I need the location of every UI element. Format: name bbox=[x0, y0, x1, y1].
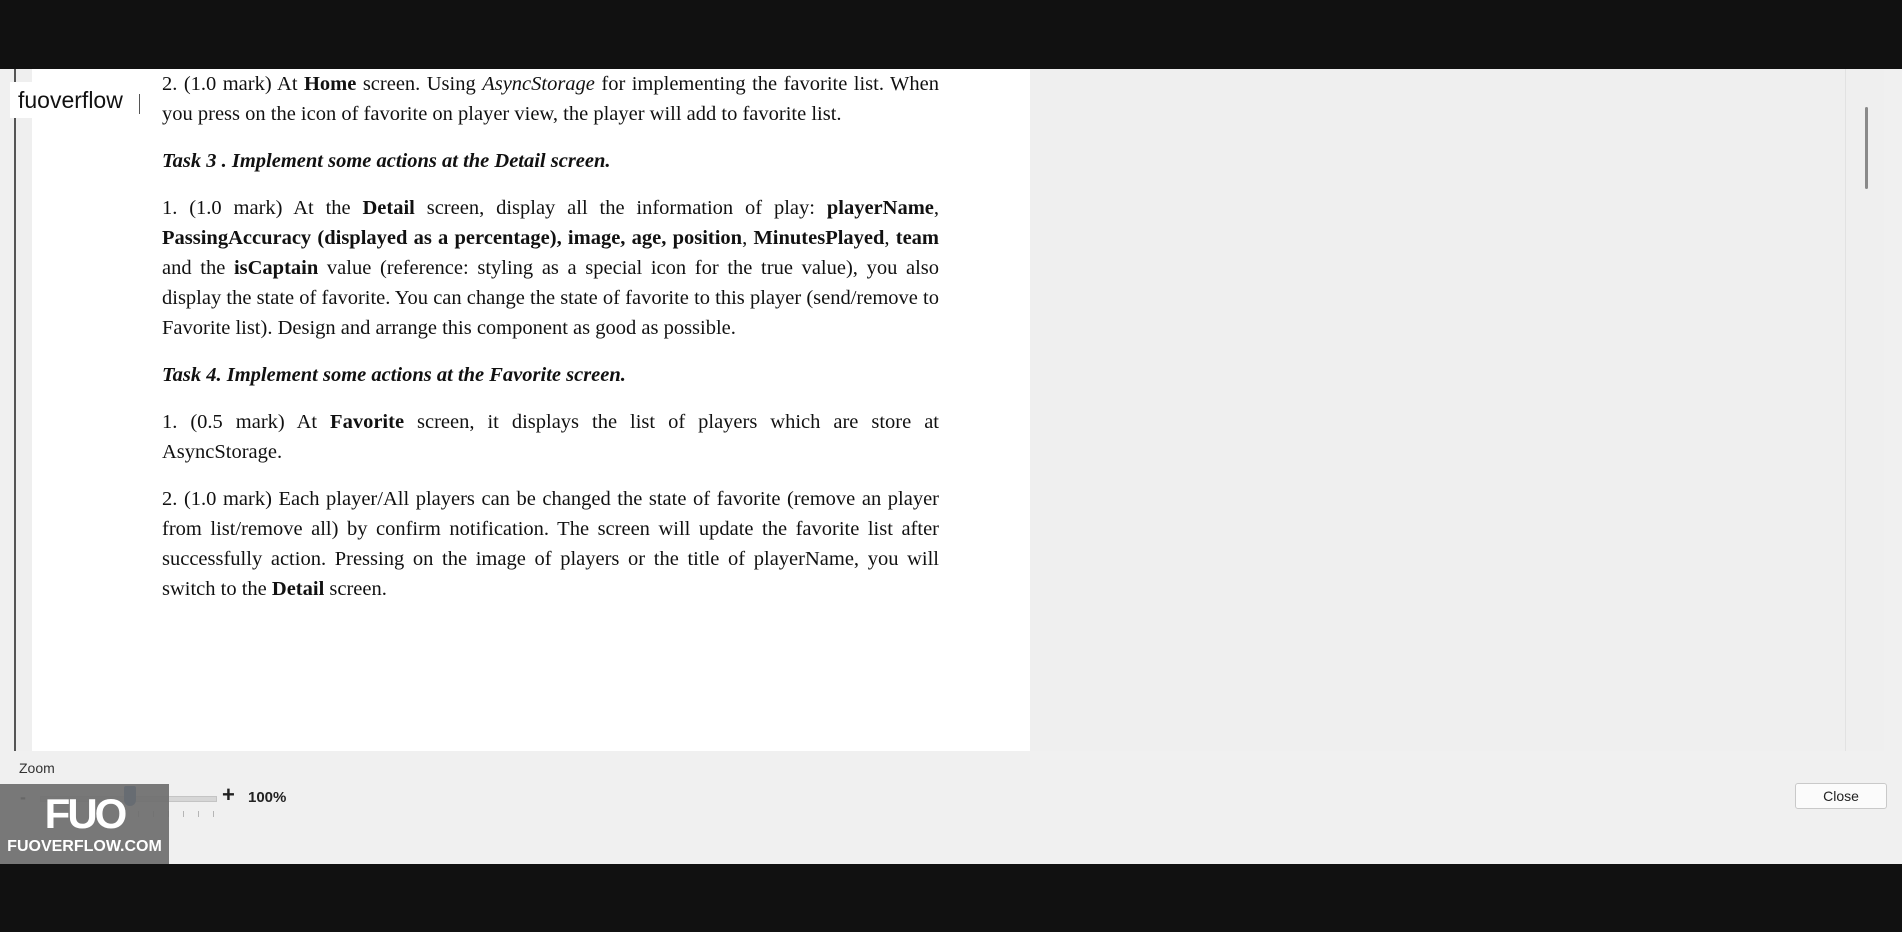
logo-text: FUOVERFLOW.COM bbox=[7, 838, 162, 855]
document-paragraph: 2. (1.0 mark) Each player/All players ca… bbox=[162, 488, 939, 600]
document-text: 2. (1.0 mark) At Home screen. Using Asyn… bbox=[162, 69, 939, 621]
watermark-tag: fuoverflow bbox=[10, 82, 131, 118]
watermark-divider bbox=[139, 94, 140, 114]
task-heading: Task 3 . Implement some actions at the D… bbox=[162, 150, 611, 172]
close-button[interactable]: Close bbox=[1795, 783, 1887, 809]
document-viewport[interactable]: 2. (1.0 mark) At Home screen. Using Asyn… bbox=[14, 69, 1884, 751]
vertical-scrollbar[interactable] bbox=[1845, 69, 1884, 751]
document-paragraph: 2. (1.0 mark) At Home screen. Using Asyn… bbox=[162, 73, 939, 125]
zoom-in-button[interactable]: + bbox=[222, 782, 235, 808]
document-paragraph: 1. (1.0 mark) At the Detail screen, disp… bbox=[162, 197, 940, 339]
zoom-value: 100% bbox=[248, 789, 287, 806]
document-page: 2. (1.0 mark) At Home screen. Using Asyn… bbox=[32, 69, 1030, 751]
document-viewer-window: 2. (1.0 mark) At Home screen. Using Asyn… bbox=[0, 69, 1902, 864]
watermark-logo: FUO FUOVERFLOW.COM bbox=[0, 784, 169, 864]
task-heading: Task 4. Implement some actions at the Fa… bbox=[162, 364, 626, 386]
logo-icon: FUO bbox=[44, 790, 128, 837]
scrollbar-thumb[interactable] bbox=[1865, 107, 1868, 189]
zoom-label: Zoom bbox=[19, 760, 55, 776]
document-paragraph: 1. (0.5 mark) At Favorite screen, it dis… bbox=[162, 411, 939, 463]
